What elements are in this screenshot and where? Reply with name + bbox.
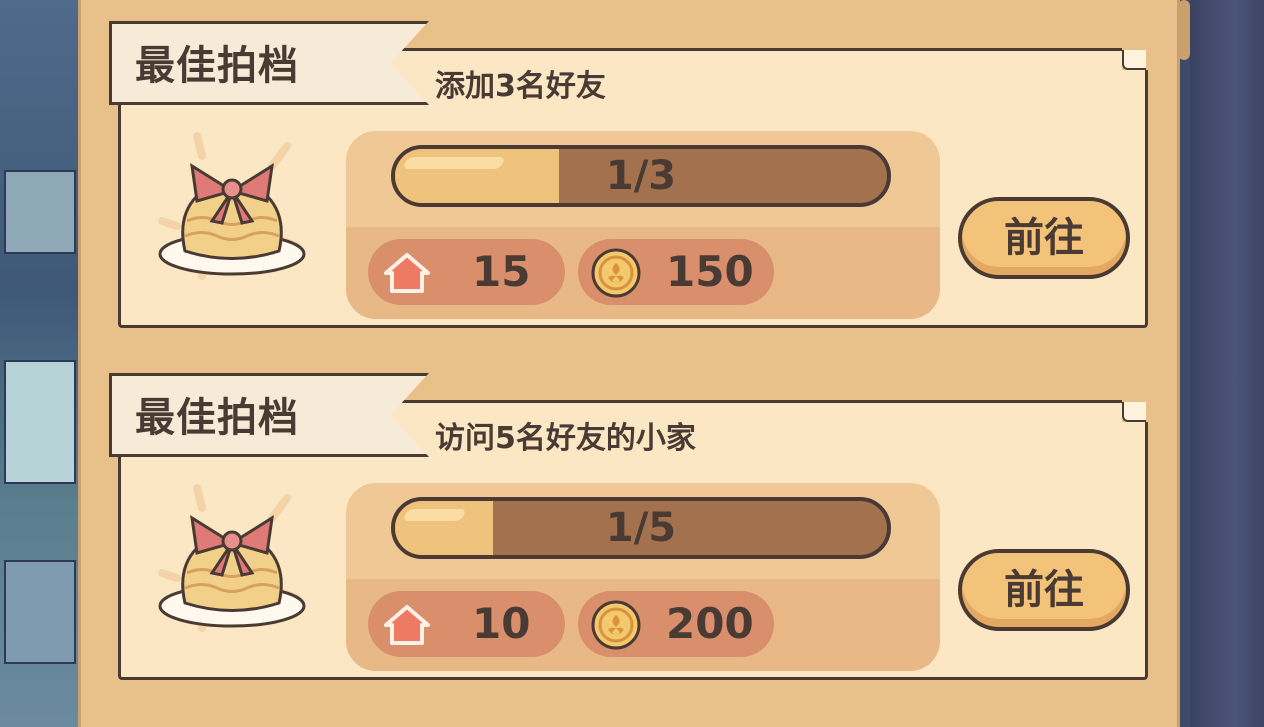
cake-with-bow-icon	[158, 132, 306, 280]
progress-bar: 1/5	[391, 497, 891, 559]
scrollbar[interactable]	[1178, 0, 1190, 60]
background-scene-right	[1190, 0, 1264, 727]
background-building	[4, 560, 76, 664]
reward-coin-pill: 150	[578, 239, 774, 305]
progress-text: 1/5	[605, 505, 677, 551]
task-progress-box: 1/5 10 200	[346, 483, 940, 671]
reward-home-pill: 10	[368, 591, 565, 657]
go-button[interactable]: 前往	[958, 549, 1130, 631]
reward-home-value: 10	[472, 599, 531, 648]
coin-icon	[591, 248, 641, 298]
background-building	[4, 360, 76, 484]
task-description: 访问5名好友的小家	[435, 421, 696, 456]
page-fold	[1122, 400, 1148, 422]
progress-text: 1/3	[605, 153, 677, 199]
reward-coin-value: 150	[666, 247, 754, 296]
coin-icon	[591, 600, 641, 650]
reward-home-value: 15	[472, 247, 531, 296]
background-building	[4, 170, 76, 254]
reward-coin-pill: 200	[578, 591, 774, 657]
task-card: 最佳拍档 添加3名好友 1/3 15 150 前往	[109, 21, 1148, 328]
house-icon	[384, 605, 430, 645]
task-category: 最佳拍档	[135, 395, 299, 441]
task-category: 最佳拍档	[135, 43, 299, 89]
progress-bar: 1/3	[391, 145, 891, 207]
task-progress-box: 1/3 15 150	[346, 131, 940, 319]
task-card: 最佳拍档 访问5名好友的小家 1/5 10 200 前往	[109, 373, 1148, 680]
page-fold	[1122, 48, 1148, 70]
background-scene-left	[0, 0, 80, 727]
reward-home-pill: 15	[368, 239, 565, 305]
task-description: 添加3名好友	[435, 69, 606, 104]
house-icon	[384, 253, 430, 293]
go-button[interactable]: 前往	[958, 197, 1130, 279]
reward-coin-value: 200	[666, 599, 754, 648]
cake-with-bow-icon	[158, 484, 306, 632]
